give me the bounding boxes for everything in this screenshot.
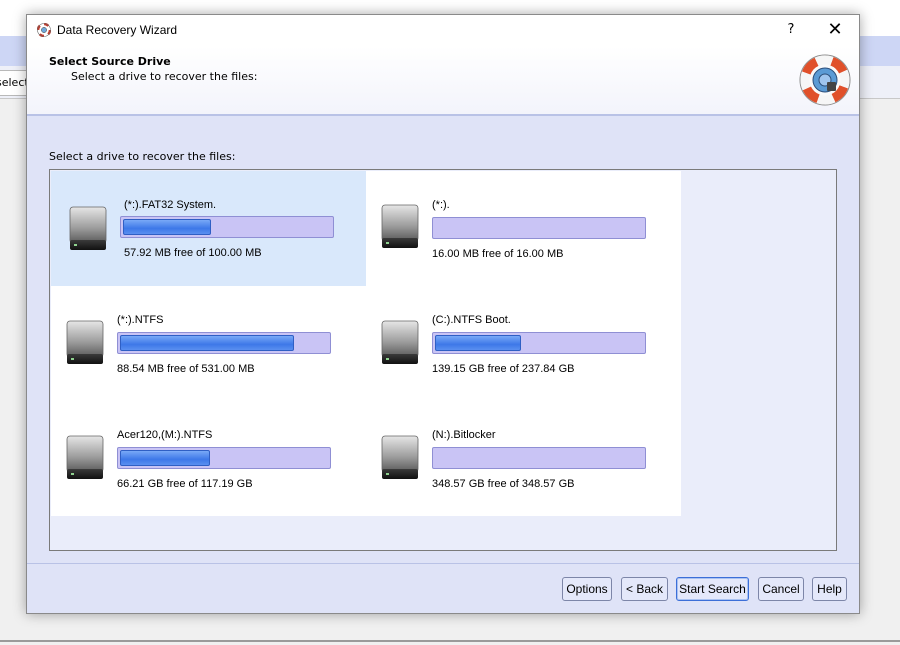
drive-name: (*:). [432,199,450,211]
background-tab-label: select [0,76,29,89]
drive-usage-bar [432,447,646,469]
close-button[interactable]: ✕ [823,19,847,41]
drive-grid: (*:).FAT32 System. 57.92 MB free of 100.0… [51,171,681,516]
drive-name: (N:).Bitlocker [432,429,496,441]
hard-drive-icon [381,435,419,481]
background-tab[interactable]: select [0,70,29,96]
back-button[interactable]: < Back [621,577,668,601]
drive-usage-fill [120,450,210,466]
start-search-button[interactable]: Start Search [676,577,749,601]
drive-free-space: 16.00 MB free of 16.00 MB [432,248,564,260]
hard-drive-icon [66,435,104,481]
drive-usage-bar [432,217,646,239]
drive-name: (*:).NTFS [117,314,164,326]
drive-usage-bar [117,332,331,354]
drive-item[interactable]: (N:).Bitlocker 348.57 GB free of 348.57 G… [366,401,681,516]
background-divider [0,640,900,642]
drive-item[interactable]: (*:). 16.00 MB free of 16.00 MB [366,171,681,286]
data-recovery-dialog: Data Recovery Wizard ? ✕ Select Source D… [26,14,860,614]
drive-free-space: 57.92 MB free of 100.00 MB [124,247,262,259]
drive-free-space: 66.21 GB free of 117.19 GB [117,478,253,490]
hard-drive-icon [66,320,104,366]
help-question-button[interactable]: ? [779,20,803,40]
window-title: Data Recovery Wizard [57,23,178,37]
drive-list-label: Select a drive to recover the files: [49,150,236,163]
drive-item[interactable]: (*:).FAT32 System. 57.92 MB free of 100.0… [51,171,366,286]
hard-drive-icon [69,206,107,252]
drive-free-space: 139.15 GB free of 237.84 GB [432,363,575,375]
drive-item[interactable]: (*:).NTFS 88.54 MB free of 531.00 MB [51,286,366,401]
hard-drive-icon [381,320,419,366]
app-lifebuoy-icon [37,23,51,37]
cancel-button[interactable]: Cancel [758,577,804,601]
drive-item[interactable]: (C:).NTFS Boot. 139.15 GB free of 237.84 … [366,286,681,401]
drive-list-panel: (*:).FAT32 System. 57.92 MB free of 100.0… [49,169,837,551]
drive-free-space: 348.57 GB free of 348.57 GB [432,478,575,490]
drive-usage-fill [120,335,294,351]
options-button[interactable]: Options [562,577,612,601]
drive-usage-bar [432,332,646,354]
title-bar[interactable]: Data Recovery Wizard ? ✕ [27,15,859,46]
page-title: Select Source Drive [49,55,171,68]
drive-usage-bar [120,216,334,238]
drive-name: (*:).FAT32 System. [124,199,217,211]
footer-divider [27,563,859,564]
wizard-header: Select Source Drive Select a drive to re… [27,46,859,116]
drive-name: (C:).NTFS Boot. [432,314,511,326]
drive-usage-bar [117,447,331,469]
help-button[interactable]: Help [812,577,847,601]
lifebuoy-logo-icon [799,54,851,106]
drive-usage-fill [123,219,211,235]
page-subtitle: Select a drive to recover the files: [71,70,258,83]
drive-free-space: 88.54 MB free of 531.00 MB [117,363,255,375]
drive-item[interactable]: Acer120,(M:).NTFS 66.21 GB free of 117.19… [51,401,366,516]
drive-name: Acer120,(M:).NTFS [117,429,213,441]
hard-drive-icon [381,204,419,250]
drive-usage-fill [435,335,521,351]
